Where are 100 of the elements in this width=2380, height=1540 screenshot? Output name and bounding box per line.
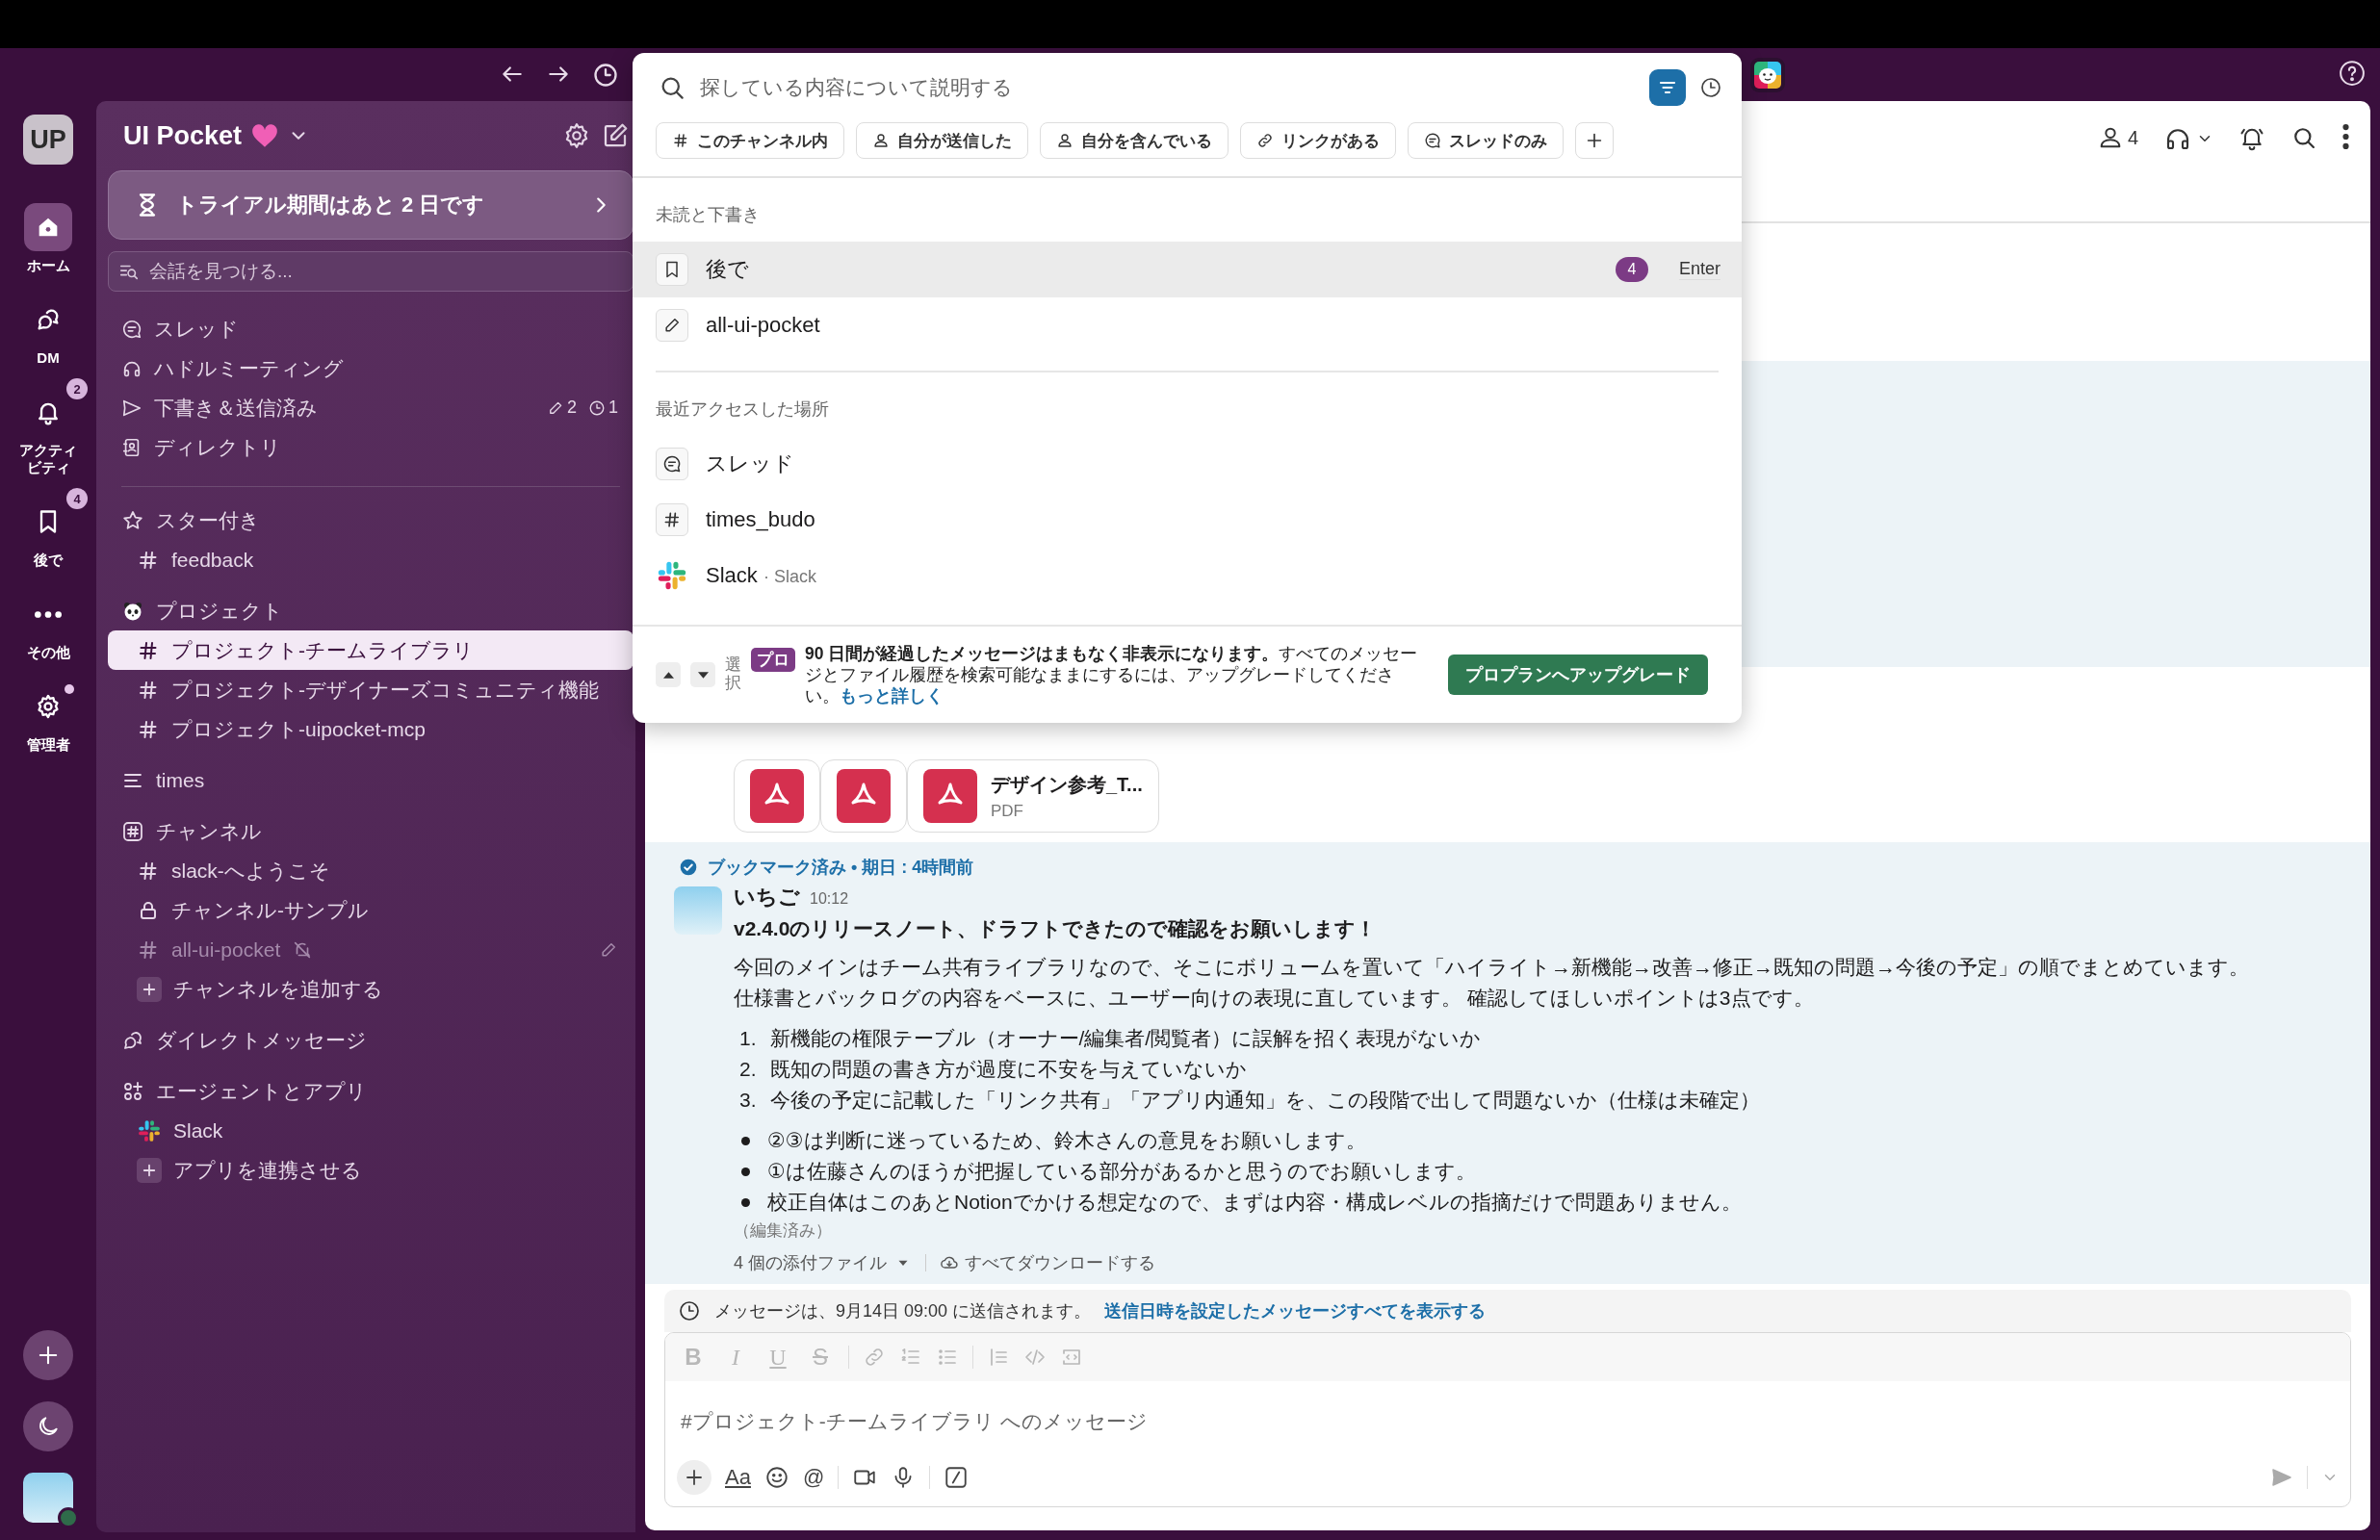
emoji-button[interactable] [763, 1465, 789, 1490]
help-icon [2338, 58, 2367, 88]
more-icon [35, 610, 62, 618]
search-result-item[interactable]: all-ui-pocket [633, 297, 1742, 353]
author-name[interactable]: いちご [734, 883, 800, 911]
filter-chip[interactable]: このチャンネル内 [656, 122, 844, 159]
upgrade-button[interactable]: プロプランへアップグレード [1448, 654, 1708, 695]
rail-button[interactable]: DM [9, 286, 88, 367]
file-card[interactable] [734, 759, 820, 833]
add-item-button[interactable]: チャンネルを追加する [108, 969, 634, 1009]
filter-chip[interactable]: 自分を含んでいる [1040, 122, 1229, 159]
search-result-item[interactable]: 後で 4 Enter [633, 242, 1742, 297]
message-composer[interactable]: B I U S #プロジェクト-チームライブラリ へのメッセージ Aa @ [664, 1332, 2351, 1507]
smiley-icon [763, 1465, 789, 1490]
file-type: PDF [991, 801, 1024, 821]
timestamp[interactable]: 10:12 [810, 890, 849, 908]
members-button[interactable]: 4 [2096, 124, 2138, 151]
notification-dot [65, 684, 74, 694]
up-caret-icon [662, 671, 674, 679]
workspace-icon[interactable]: UP [23, 115, 73, 165]
sidebar-item[interactable]: ハドルミーティング [108, 348, 634, 388]
search-input[interactable]: 探している内容について説明する [700, 76, 1636, 99]
download-all-button[interactable]: すべてダウンロードする [940, 1251, 1155, 1274]
plan-badge: プロ [751, 648, 795, 672]
send-icon [2270, 1466, 2293, 1489]
count-badge: 4 [1615, 257, 1648, 282]
more-button[interactable] [2342, 124, 2349, 149]
link-icon [1256, 132, 1274, 149]
count-badge: 4 [66, 488, 88, 509]
scheduled-link[interactable]: 送信日時を設定したメッセージすべてを表示する [1104, 1299, 1487, 1322]
attach-button[interactable] [677, 1460, 711, 1495]
trial-banner[interactable]: トライアル期間はあと 2 日です [108, 170, 634, 240]
apps-icon [121, 1079, 144, 1103]
select-hint: 選択 [725, 656, 741, 693]
channel-item[interactable]: all-ui-pocket [108, 930, 634, 969]
threads-icon [121, 318, 142, 340]
draft-count: 2 [566, 398, 577, 418]
file-card[interactable]: デザイン参考_T... PDF [907, 759, 1159, 833]
message-input[interactable]: #プロジェクト-チームライブラリ へのメッセージ [665, 1381, 2350, 1456]
channel-item[interactable]: feedback [108, 540, 634, 579]
section-header[interactable]: times [108, 760, 634, 800]
slack-logo-icon [656, 559, 688, 592]
pdf-icon [750, 769, 804, 823]
message-text: 仕様書とバックログの内容をベースに、ユーザー向けの表現に直しています。 確認してほしいポイントは3点です。 [734, 986, 1815, 1011]
add-item-button[interactable]: アプリを連携させる [108, 1150, 634, 1190]
filter-button[interactable] [1649, 69, 1686, 106]
rail-button[interactable]: 管理者 [9, 673, 88, 754]
bullet-dot [741, 1136, 750, 1145]
find-conversation-field[interactable]: 会話を見つける... [108, 251, 634, 292]
rail-button[interactable]: ホーム [9, 193, 88, 274]
pdf-icon [837, 769, 891, 823]
section-header[interactable]: スター付き [108, 500, 634, 540]
filter-chip[interactable]: 自分が送信した [856, 122, 1028, 159]
channel-item[interactable]: Slack [108, 1111, 634, 1150]
rail-button[interactable]: 後で 4 [9, 488, 88, 569]
more-icon [2342, 124, 2349, 149]
section-header[interactable]: ダイレクトメッセージ [108, 1020, 634, 1060]
list-item-text: 新機能の権限テーブル（オーナー/編集者/閲覧者）に誤解を招く表現がないか [769, 1026, 1482, 1051]
search-result-item[interactable]: Slack · Slack [633, 548, 1742, 603]
slack-logo-icon [137, 1117, 162, 1143]
mention-button[interactable]: @ [802, 1465, 825, 1490]
theme-button[interactable] [23, 1401, 73, 1451]
add-filter-button[interactable] [1575, 122, 1614, 159]
channel-item[interactable]: プロジェクト-デザイナーズコミュニティ機能 [108, 670, 634, 709]
threads-icon [662, 454, 682, 474]
channel-item[interactable]: チャンネル-サンプル [108, 890, 634, 930]
list-item-text: 今後の予定に記載した「リンク共有」「アプリ内通知」を、この段階で出して問題ないか（仕様は未確定） [769, 1088, 1760, 1113]
history-clock-icon [592, 61, 619, 89]
workspace-name[interactable]: UI Pocket [123, 120, 243, 151]
list-item-text: 校正自体はこのあとNotionでかける想定なので、まずは内容・構成レベルの指摘だけで問題ありません。 [767, 1190, 1742, 1215]
text-format-button[interactable]: Aa [725, 1465, 751, 1490]
filter-chip[interactable]: スレッドのみ [1408, 122, 1564, 159]
sidebar-item[interactable]: 下書き＆送信済み 2 1 [108, 388, 634, 427]
sidebar-item[interactable]: スレッド [108, 309, 634, 348]
add-button[interactable] [23, 1330, 73, 1380]
pencil-icon [662, 316, 682, 335]
bullet-dot [741, 1197, 750, 1207]
history-clock-icon [1699, 76, 1722, 99]
attachments-toggle[interactable]: 4 個の添付ファイル [734, 1251, 912, 1274]
rail-button[interactable]: その他 [9, 580, 88, 661]
filter-chip[interactable]: リンクがある [1240, 122, 1396, 159]
section-header[interactable]: チャンネル [108, 811, 634, 851]
channel-item[interactable]: プロジェクト-チームライブラリ [108, 630, 634, 670]
sidebar-item[interactable]: ディレクトリ [108, 427, 634, 467]
shortcuts-button[interactable] [944, 1465, 970, 1490]
app-icon[interactable] [1749, 56, 1786, 93]
bookmark-status: ブックマーク済み • 期日 : 4時間前 [708, 857, 974, 879]
find-input[interactable]: 会話を見つける... [149, 261, 623, 282]
section-header[interactable]: エージェントとアプリ [108, 1071, 634, 1111]
rail-button[interactable]: アクティビティ 2 [9, 378, 88, 476]
channel-item[interactable]: プロジェクト-uipocket-mcp [108, 709, 634, 749]
file-card[interactable] [820, 759, 907, 833]
list-item-text: ①は佐藤さんのほうが把握している部分があるかと思うのでお願いします。 [767, 1159, 1476, 1184]
channel-item[interactable]: slack-へようこそ [108, 851, 634, 890]
learn-more-link[interactable]: もっと詳しく [840, 686, 944, 706]
hash-icon [672, 132, 689, 149]
settings-icon [35, 693, 62, 720]
search-result-item[interactable]: times_budo [633, 492, 1742, 548]
search-result-item[interactable]: スレッド [633, 436, 1742, 492]
message-title: v2.4.0のリリースノート、ドラフトできたので確認をお願いします！ [734, 916, 1378, 941]
